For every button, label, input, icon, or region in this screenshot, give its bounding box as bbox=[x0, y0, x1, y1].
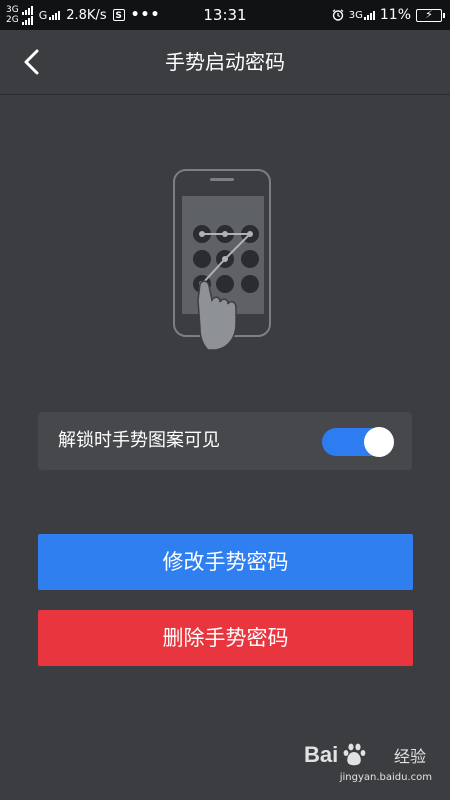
title-bar: 手势启动密码 bbox=[0, 30, 450, 95]
gesture-visible-setting: 解锁时手势图案可见 bbox=[38, 412, 412, 470]
battery-percent: 11% bbox=[379, 7, 411, 23]
baidu-jingyan-watermark: Bai 经验 jingyan.baidu.com bbox=[302, 738, 432, 788]
alarm-clock-icon bbox=[332, 9, 344, 21]
mobile-signal: 3G bbox=[349, 10, 375, 21]
svg-text:Bai: Bai bbox=[304, 742, 338, 767]
edit-gesture-password-button[interactable]: 修改手势密码 bbox=[38, 534, 413, 590]
gesture-visible-toggle[interactable] bbox=[322, 427, 394, 457]
status-bar: 3G 2G G 2.8K/s S ••• 13:31 3G 11% ⚡ bbox=[0, 0, 450, 30]
svg-text:经验: 经验 bbox=[394, 747, 426, 766]
watermark-url: jingyan.baidu.com bbox=[339, 772, 432, 783]
status-bar-right: 3G 11% ⚡ bbox=[332, 0, 445, 30]
network-type-right: 3G bbox=[348, 9, 363, 21]
signal-bars-icon bbox=[363, 10, 375, 20]
toggle-knob bbox=[364, 427, 394, 457]
gesture-visible-label: 解锁时手势图案可见 bbox=[58, 430, 220, 451]
gesture-lock-phone-icon bbox=[173, 169, 271, 351]
battery-charging-icon: ⚡ bbox=[416, 8, 445, 22]
delete-gesture-password-button[interactable]: 删除手势密码 bbox=[38, 610, 413, 666]
baidu-logo-icon: Bai 经验 bbox=[304, 742, 426, 767]
page-title: 手势启动密码 bbox=[165, 50, 285, 74]
